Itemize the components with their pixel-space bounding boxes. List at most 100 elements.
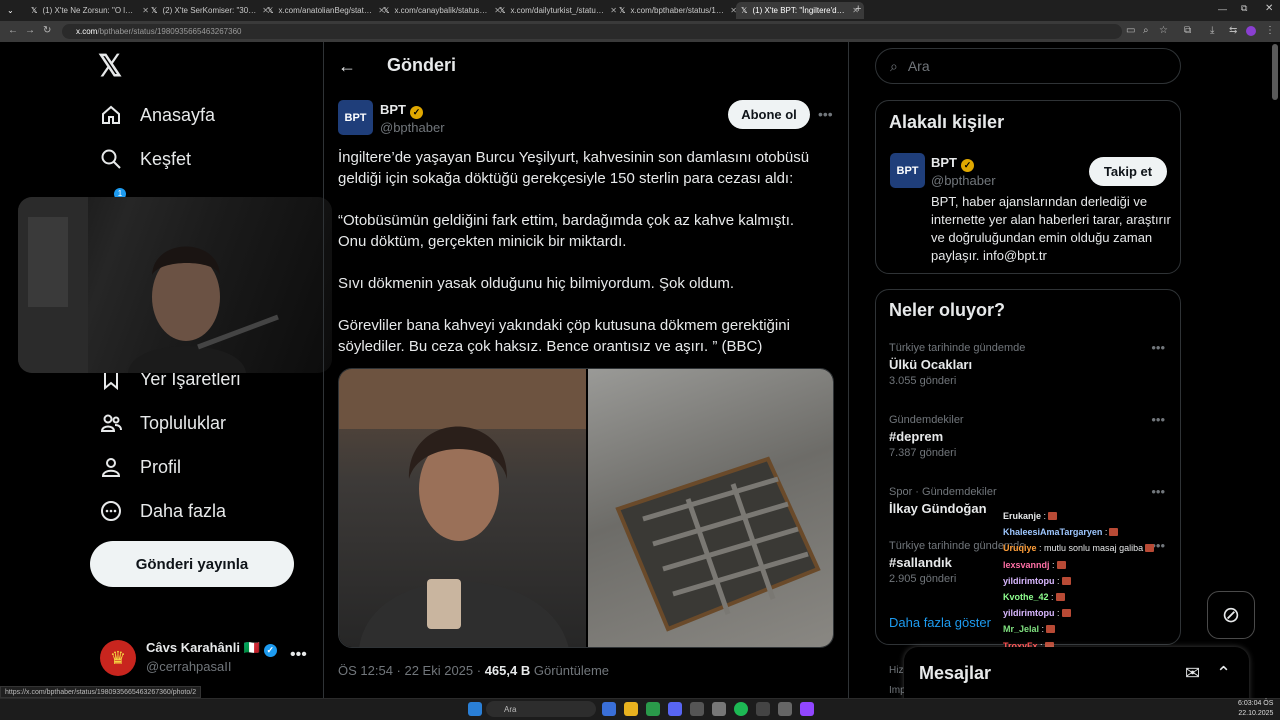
account-switcher[interactable]: ♛ Câvs Karahânli 🇮🇹 ✓ @cerrahpasaII ••• [100,638,310,678]
taskbar-app-icon[interactable] [778,702,792,716]
back-arrow-icon[interactable]: ← [338,56,356,77]
trend-category: Spor · Gündemdekiler [889,486,997,498]
profile-icon [100,456,122,478]
nav-communities[interactable]: Topluluklar [100,412,226,434]
new-message-icon[interactable]: ✉ [1185,663,1200,684]
author-handle[interactable]: @bpthaber [380,120,445,135]
download-icon[interactable]: ⤓ [1210,25,1214,36]
taskbar-app-icon[interactable] [602,702,616,716]
url-field[interactable]: x.com/bpthaber/status/198093566546326736… [62,24,1122,39]
zoom-icon[interactable]: ⌕ [1143,25,1149,36]
taskbar-app-icon[interactable] [624,702,638,716]
taskbar-app-icon[interactable] [690,702,704,716]
messages-drawer[interactable]: Mesajlar ✉ ⌃ [904,647,1249,703]
search-input[interactable]: ⌕ Ara [875,48,1181,84]
new-tab-button[interactable]: + [855,3,861,15]
trend-item[interactable]: Gündemdekiler #deprem 7.387 gönderi ••• [889,412,1169,459]
chat-text: : [1052,559,1055,570]
post-photo-grid[interactable] [338,368,834,648]
chat-text: : [1057,608,1060,619]
back-nav-icon[interactable]: ← [8,25,18,36]
nav-home-label: Anasayfa [140,104,216,125]
expand-icon[interactable]: ⌃ [1216,663,1231,684]
taskbar-search-label: Ara [504,704,517,714]
related-name[interactable]: BPT ✓ [931,155,974,172]
trend-more-icon[interactable]: ••• [1151,484,1165,499]
communities-icon [100,412,122,434]
screen-icon[interactable]: ▭ [1126,25,1135,36]
tab-search-menu[interactable]: ⌄ [2,2,20,19]
follow-button[interactable]: Takip et [1089,157,1167,186]
chat-username: yildirimtopu [1003,575,1055,586]
star-icon[interactable]: ☆ [1159,25,1168,36]
related-name-text: BPT [931,155,957,170]
trend-name: Ülkü Ocakları [889,357,973,372]
chat-message: Uruqiye : mutlu sonlu masaj galiba [1003,540,1163,556]
restore-button[interactable]: ⧉ [1241,3,1247,14]
windows-start-icon[interactable] [468,702,482,716]
webcam-overlay [18,197,332,373]
taskbar-search[interactable]: Ara [486,701,596,717]
chat-message: Mr_Jelal : [1003,621,1163,637]
related-avatar[interactable]: BPT [890,153,925,188]
browser-tab[interactable]: 𝕏(1) X'te BPT: "İngiltere'de yaşay...✕ [736,2,864,19]
chat-message: Erukanje : [1003,508,1163,524]
browser-tab[interactable]: 𝕏(2) X'te SerKomiser: "30 bini hu...✕ [146,2,274,19]
chat-username: Uruqiye [1003,543,1037,554]
minimize-button[interactable]: — [1218,4,1227,14]
post-button[interactable]: Gönderi yayınla [90,541,294,587]
nav-explore[interactable]: Keşfet [100,148,191,170]
nav-more[interactable]: Daha fazla [100,500,226,522]
chat-emote-icon [1046,625,1056,634]
nav-explore-label: Keşfet [140,148,192,169]
taskbar-app-icon[interactable] [668,702,682,716]
nav-home[interactable]: Anasayfa [100,104,215,126]
x-logo[interactable]: 𝕏 [98,52,128,82]
taskbar-app-icon[interactable] [734,702,748,716]
taskbar-app-icon[interactable] [646,702,660,716]
subscribe-button[interactable]: Abone ol [728,100,810,129]
nav-more-label: Daha fazla [140,500,227,521]
home-icon [100,104,122,126]
author-name[interactable]: BPT ✓ [380,102,423,119]
profile-switch-icon[interactable]: ⇆ [1229,25,1237,36]
grok-icon[interactable]: ⊘ [1207,591,1255,639]
browser-menu-icon[interactable]: ⋮ [1265,25,1275,36]
x-favicon-icon: 𝕏 [31,6,38,15]
browser-tab[interactable]: 𝕏x.com/canaybalik/status/19807...✕ [378,2,506,19]
taskbar-app-icon[interactable] [712,702,726,716]
taskbar-app-icon[interactable] [800,702,814,716]
post-timestamp[interactable]: ÖS 12:54 · 22 Eki 2025 · [338,663,485,678]
browser-profile-avatar[interactable] [1246,26,1256,36]
photo-woman-with-coffee[interactable] [339,369,586,647]
close-window-button[interactable]: ✕ [1265,3,1273,14]
reload-icon[interactable]: ↻ [43,25,51,36]
forward-nav-icon[interactable]: → [25,25,35,36]
photo-street-drain[interactable] [588,369,833,647]
browser-tab[interactable]: 𝕏(1) X'te Ne Zorsun: "O lavuk kim...✕ [26,2,154,19]
extensions-icon[interactable]: ⧉ [1184,25,1191,36]
scrollbar[interactable] [1272,44,1278,100]
post-more-icon[interactable]: ••• [818,106,833,122]
browser-tab[interactable]: 𝕏x.com/anatolianBeg/status/198...✕ [262,2,390,19]
account-flag: 🇮🇹 [243,640,260,655]
nav-profile[interactable]: Profil [100,456,181,478]
show-more-link[interactable]: Daha fazla göster [889,615,991,630]
author-avatar[interactable]: BPT [338,100,373,135]
trend-item[interactable]: Türkiye tarihinde gündemde Ülkü Ocakları 3… [889,340,1169,387]
related-handle[interactable]: @bpthaber [931,173,996,188]
chat-text: : [1104,527,1108,538]
account-more-icon[interactable]: ••• [290,646,307,664]
chat-text: : [1057,575,1060,586]
trend-more-icon[interactable]: ••• [1151,340,1165,355]
post-views-label: Görüntüleme [530,663,610,678]
browser-tab[interactable]: 𝕏x.com/bpthaber/status/198093...✕ [614,2,742,19]
system-clock[interactable]: 6:03:04 ÖS 22.10.2025 [1238,699,1273,719]
taskbar-app-icon[interactable] [756,702,770,716]
chat-message: lexsvanndj : [1003,557,1163,573]
trend-category: Türkiye tarihinde gündemde [889,342,1026,354]
trend-more-icon[interactable]: ••• [1151,412,1165,427]
trend-name: #deprem [889,429,944,444]
chat-message: Kvothe_42 : [1003,589,1163,605]
browser-tab[interactable]: 𝕏x.com/dailyturkist_/status/1980...✕ [494,2,622,19]
